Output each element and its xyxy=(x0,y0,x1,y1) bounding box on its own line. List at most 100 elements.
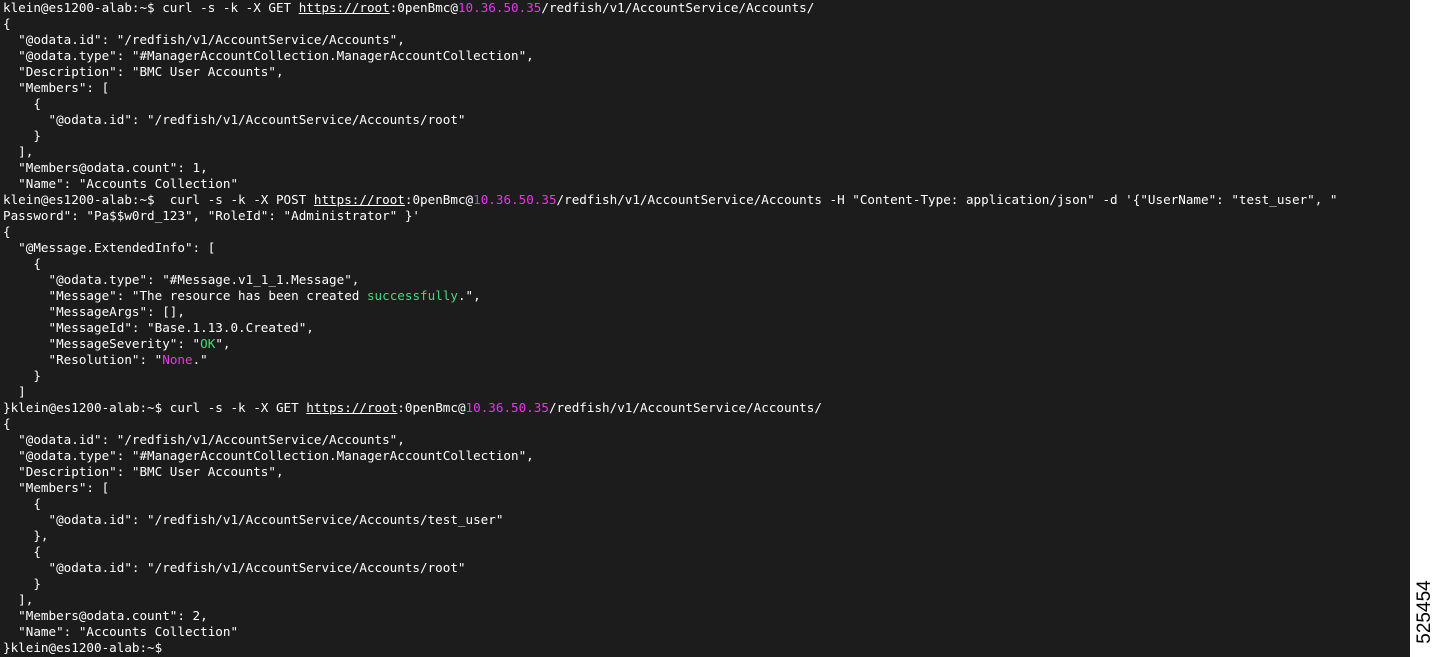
terminal-text: } xyxy=(3,576,41,591)
terminal-text: "Members": [ xyxy=(3,80,110,95)
terminal-line: "Name": "Accounts Collection" xyxy=(3,176,1410,192)
terminal-text: "@odata.type": "#ManagerAccountCollectio… xyxy=(3,48,534,63)
terminal-highlight-magenta: 10.36.50.35 xyxy=(465,400,549,415)
terminal-line: "Resolution": "None." xyxy=(3,352,1410,368)
terminal-line: "Description": "BMC User Accounts", xyxy=(3,464,1410,480)
terminal-line: "@odata.id": "/redfish/v1/AccountService… xyxy=(3,432,1410,448)
terminal-window[interactable]: klein@es1200-alab:~$ curl -s -k -X GET h… xyxy=(0,0,1410,657)
terminal-line: "Name": "Accounts Collection" xyxy=(3,624,1410,640)
terminal-text: } xyxy=(3,128,41,143)
terminal-text: "@Message.ExtendedInfo": [ xyxy=(3,240,216,255)
terminal-text: ], xyxy=(3,144,34,159)
terminal-text: "Members@odata.count": 1, xyxy=(3,160,208,175)
terminal-text: "@odata.id": "/redfish/v1/AccountService… xyxy=(3,432,405,447)
terminal-line: { xyxy=(3,544,1410,560)
terminal-line: } xyxy=(3,368,1410,384)
terminal-line: ], xyxy=(3,144,1410,160)
terminal-line: { xyxy=(3,16,1410,32)
terminal-text: { xyxy=(3,96,41,111)
terminal-line: { xyxy=(3,496,1410,512)
terminal-text: { xyxy=(3,496,41,511)
terminal-text: "MessageArgs": [], xyxy=(3,304,185,319)
terminal-text: "@odata.type": "#ManagerAccountCollectio… xyxy=(3,448,534,463)
terminal-line: "@odata.id": "/redfish/v1/AccountService… xyxy=(3,560,1410,576)
terminal-text: "@odata.id": "/redfish/v1/AccountService… xyxy=(3,32,405,47)
terminal-line: "Description": "BMC User Accounts", xyxy=(3,64,1410,80)
terminal-line: Password": "Pa$$w0rd_123", "RoleId": "Ad… xyxy=(3,208,1410,224)
terminal-text: "@odata.id": "/redfish/v1/AccountService… xyxy=(3,112,466,127)
terminal-text: ] xyxy=(3,384,26,399)
terminal-line: "Members": [ xyxy=(3,480,1410,496)
terminal-text: { xyxy=(3,416,11,431)
terminal-line: "MessageSeverity": "OK", xyxy=(3,336,1410,352)
terminal-line: "@odata.id": "/redfish/v1/AccountService… xyxy=(3,32,1410,48)
terminal-text: :0penBmc@ xyxy=(397,400,466,415)
terminal-line: "Members@odata.count": 1, xyxy=(3,160,1410,176)
terminal-line: "@Message.ExtendedInfo": [ xyxy=(3,240,1410,256)
terminal-text: "Description": "BMC User Accounts", xyxy=(3,64,284,79)
terminal-line: }, xyxy=(3,528,1410,544)
terminal-highlight-green: OK xyxy=(200,336,216,351)
terminal-highlight-magenta: 10.36.50.35 xyxy=(457,0,542,15)
terminal-line: "@odata.type": "#ManagerAccountCollectio… xyxy=(3,448,1410,464)
terminal-line: "Message": "The resource has been create… xyxy=(3,288,1410,304)
terminal-line: "@odata.type": "#ManagerAccountCollectio… xyxy=(3,48,1410,64)
terminal-text: "MessageSeverity": " xyxy=(3,336,201,351)
terminal-text: "Name": "Accounts Collection" xyxy=(3,176,239,191)
terminal-text: "@odata.id": "/redfish/v1/AccountService… xyxy=(3,512,504,527)
terminal-highlight-green: successfully xyxy=(366,288,458,303)
terminal-highlight-magenta: 10.36.50.35 xyxy=(473,192,557,207)
terminal-line: "Members@odata.count": 2, xyxy=(3,608,1410,624)
terminal-text: "@odata.type": "#Message.v1_1_1.Message"… xyxy=(3,272,360,287)
terminal-text: "@odata.id": "/redfish/v1/AccountService… xyxy=(3,560,466,575)
terminal-text: :0penBmc@ xyxy=(389,0,458,15)
terminal-text: }, xyxy=(3,528,49,543)
figure-id-margin: 525454 xyxy=(1412,0,1438,657)
terminal-line: "@odata.type": "#Message.v1_1_1.Message"… xyxy=(3,272,1410,288)
terminal-text: klein@es1200-alab:~$ curl -s -k -X POST xyxy=(3,192,314,207)
terminal-line: "@odata.id": "/redfish/v1/AccountService… xyxy=(3,112,1410,128)
terminal-text: /redfish/v1/AccountService/Accounts/ xyxy=(548,400,822,415)
terminal-text: .", xyxy=(457,288,481,303)
terminal-text: "Name": "Accounts Collection" xyxy=(3,624,239,639)
terminal-text: { xyxy=(3,224,11,239)
terminal-line: }klein@es1200-alab:~$ xyxy=(3,640,1410,656)
terminal-line: } xyxy=(3,576,1410,592)
terminal-line: } xyxy=(3,128,1410,144)
terminal-text: ." xyxy=(192,352,208,367)
terminal-text: klein@es1200-alab:~$ curl -s -k -X GET xyxy=(3,0,299,15)
terminal-text: ", xyxy=(215,336,231,351)
terminal-line: { xyxy=(3,224,1410,240)
terminal-text: "Description": "BMC User Accounts", xyxy=(3,464,284,479)
terminal-highlight-magenta: None xyxy=(162,352,193,367)
terminal-url: https://root xyxy=(313,192,405,207)
terminal-line: "MessageId": "Base.1.13.0.Created", xyxy=(3,320,1410,336)
terminal-text: /redfish/v1/AccountService/Accounts/ xyxy=(541,0,815,15)
terminal-text: "Members@odata.count": 2, xyxy=(3,608,208,623)
terminal-text: ], xyxy=(3,592,34,607)
terminal-line: klein@es1200-alab:~$ curl -s -k -X GET h… xyxy=(3,0,1410,16)
terminal-line: ], xyxy=(3,592,1410,608)
terminal-text: Password": "Pa$$w0rd_123", "RoleId": "Ad… xyxy=(3,208,421,223)
terminal-text: } xyxy=(3,368,41,383)
terminal-line: "MessageArgs": [], xyxy=(3,304,1410,320)
terminal-line: { xyxy=(3,96,1410,112)
terminal-text: "Resolution": " xyxy=(3,352,163,367)
terminal-line: "Members": [ xyxy=(3,80,1410,96)
terminal-text: { xyxy=(3,544,41,559)
terminal-text: "MessageId": "Base.1.13.0.Created", xyxy=(3,320,314,335)
terminal-text: }klein@es1200-alab:~$ curl -s -k -X GET xyxy=(3,400,307,415)
figure-id-label: 525454 xyxy=(1414,580,1435,644)
terminal-text: :0penBmc@ xyxy=(404,192,474,207)
terminal-text: "Message": "The resource has been create… xyxy=(3,288,367,303)
terminal-url: https://root xyxy=(306,400,398,415)
terminal-text: { xyxy=(3,256,41,271)
terminal-line: { xyxy=(3,256,1410,272)
terminal-line: }klein@es1200-alab:~$ curl -s -k -X GET … xyxy=(3,400,1410,416)
terminal-text: "Members": [ xyxy=(3,480,110,495)
terminal-text: }klein@es1200-alab:~$ xyxy=(3,640,163,655)
terminal-line: "@odata.id": "/redfish/v1/AccountService… xyxy=(3,512,1410,528)
terminal-line: ] xyxy=(3,384,1410,400)
terminal-line: klein@es1200-alab:~$ curl -s -k -X POST … xyxy=(3,192,1410,208)
terminal-text: /redfish/v1/AccountService/Accounts -H "… xyxy=(556,192,1338,207)
